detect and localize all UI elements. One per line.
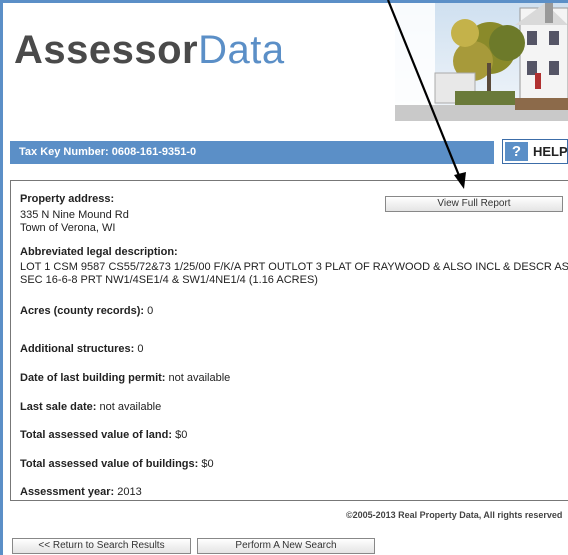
- additional-structures-value: 0: [134, 343, 144, 355]
- last-sale-row: Last sale date: not available: [20, 401, 161, 413]
- question-mark-icon: ?: [505, 142, 528, 161]
- buildings-value-row: Total assessed value of buildings: $0: [20, 458, 214, 470]
- help-label: HELP: [533, 144, 568, 159]
- tax-key-bar: Tax Key Number: 0608-161-9351-0: [10, 141, 494, 164]
- frame-left-border: [0, 0, 3, 555]
- assessment-year-row: Assessment year: 2013: [20, 486, 142, 498]
- building-permit-label: Date of last building permit:: [20, 372, 166, 384]
- additional-structures-row: Additional structures: 0: [20, 343, 143, 355]
- perform-new-search-button[interactable]: Perform A New Search: [197, 538, 375, 554]
- building-permit-value: not available: [165, 372, 231, 384]
- logo-part-data: Data: [198, 28, 285, 72]
- return-to-search-results-button[interactable]: << Return to Search Results: [12, 538, 191, 554]
- acres-row: Acres (county records): 0: [20, 305, 153, 317]
- help-button[interactable]: ? HELP: [502, 139, 568, 164]
- building-permit-row: Date of last building permit: not availa…: [20, 372, 230, 384]
- property-address-line2: Town of Verona, WI: [20, 222, 116, 234]
- legal-description-label: Abbreviated legal description:: [20, 246, 178, 258]
- copyright-notice: ©2005-2013 Real Property Data, All right…: [346, 510, 563, 520]
- logo-part-assessor: Assessor: [14, 28, 199, 72]
- property-address-label: Property address:: [20, 193, 115, 205]
- view-full-report-button[interactable]: View Full Report: [385, 196, 563, 212]
- land-value-label: Total assessed value of land:: [20, 429, 173, 441]
- land-value-row: Total assessed value of land: $0: [20, 429, 187, 441]
- legal-description-line2: SEC 16-6-8 PRT NW1/4SE1/4 & SW1/4NE1/4 (…: [20, 274, 318, 286]
- assessment-year-value: 2013: [114, 486, 142, 498]
- tax-key-number: Tax Key Number: 0608-161-9351-0: [19, 146, 197, 158]
- acres-label: Acres (county records):: [20, 305, 145, 317]
- property-details-panel: Property address: 335 N Nine Mound Rd To…: [10, 180, 568, 501]
- assessordata-logo: AssessorData: [14, 28, 285, 73]
- additional-structures-label: Additional structures:: [20, 343, 135, 355]
- header-house-photo: [395, 3, 568, 121]
- buildings-value-label: Total assessed value of buildings:: [20, 458, 199, 470]
- acres-value: 0: [144, 305, 154, 317]
- last-sale-value: not available: [96, 401, 162, 413]
- last-sale-label: Last sale date:: [20, 401, 97, 413]
- property-address-line1: 335 N Nine Mound Rd: [20, 209, 129, 221]
- buildings-value-value: $0: [198, 458, 214, 470]
- land-value-value: $0: [172, 429, 188, 441]
- legal-description-line1: LOT 1 CSM 9587 CS55/72&73 1/25/00 F/K/A …: [20, 261, 568, 273]
- assessment-year-label: Assessment year:: [20, 486, 115, 498]
